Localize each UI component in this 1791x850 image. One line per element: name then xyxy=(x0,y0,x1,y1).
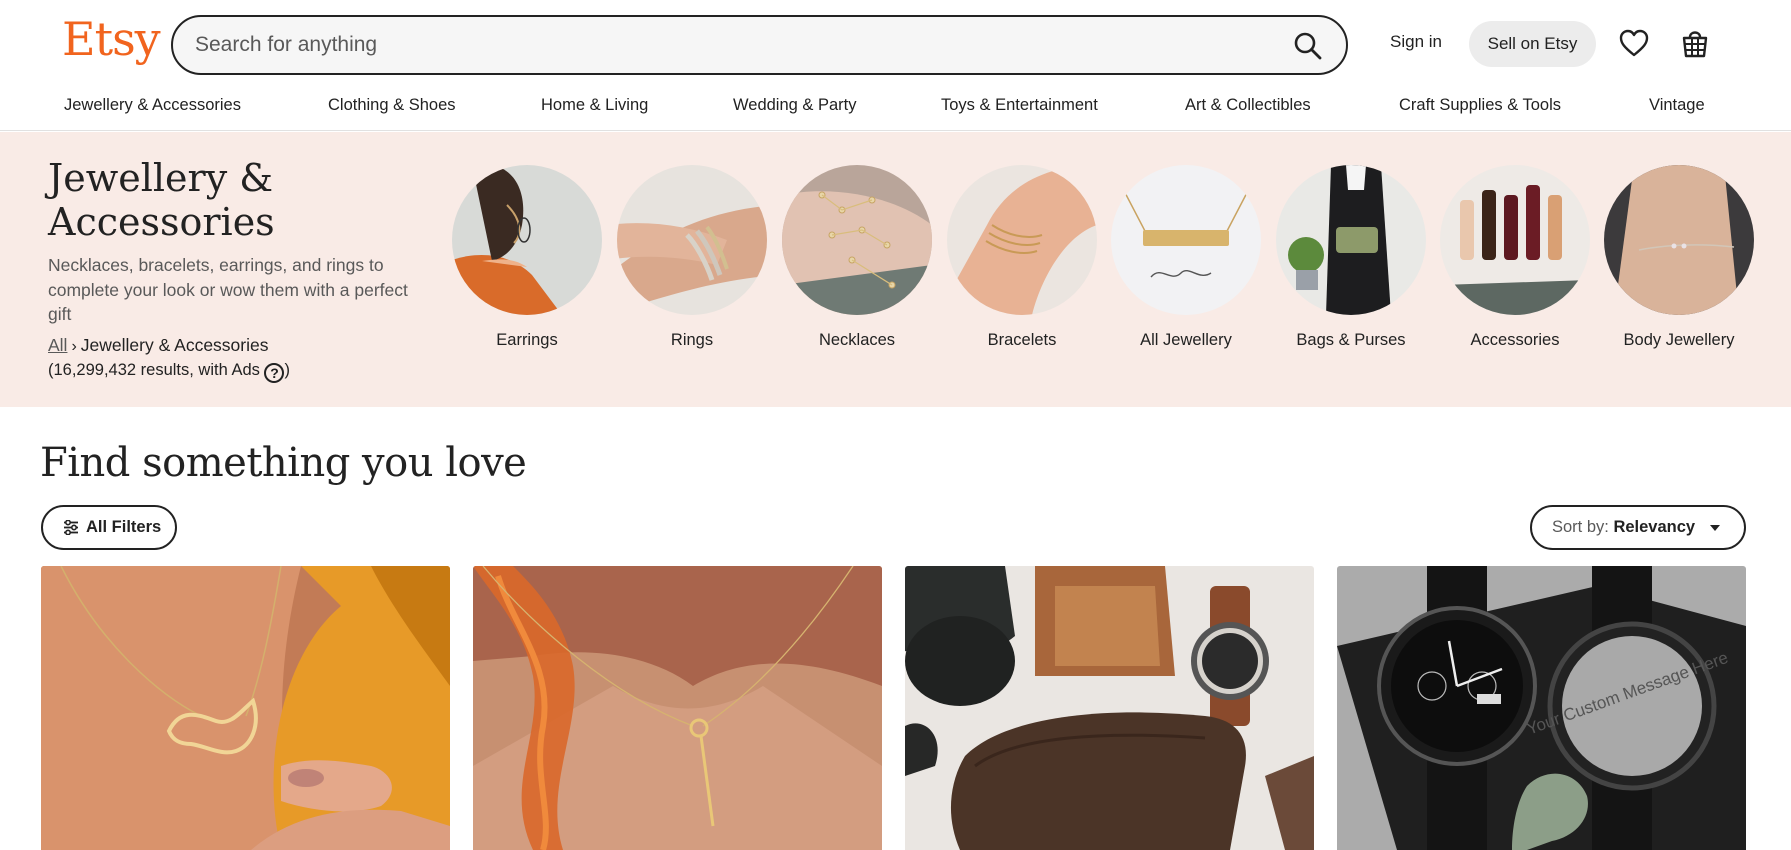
body-jewellery-image xyxy=(1604,165,1754,315)
shopping-bag-icon[interactable] xyxy=(1680,27,1710,59)
bracelets-image xyxy=(947,165,1097,315)
etsy-logo[interactable]: Etsy xyxy=(62,12,161,66)
all-filters-button[interactable]: All Filters xyxy=(41,505,177,550)
results-count-text: (16,299,432 results, with Ads xyxy=(48,361,260,379)
category-nav: Jewellery & Accessories Clothing & Shoes… xyxy=(0,88,1791,131)
all-jewellery-image xyxy=(1111,165,1261,315)
category-label: Necklaces xyxy=(818,331,896,349)
category-label: Earrings xyxy=(496,331,558,349)
nav-home-living[interactable]: Home & Living xyxy=(541,96,648,115)
category-label: Bracelets xyxy=(987,331,1057,349)
question-mark-icon[interactable]: ? xyxy=(264,363,285,383)
category-description: Necklaces, bracelets, earrings, and ring… xyxy=(48,255,408,324)
listing-image: Your Custom Message Here xyxy=(1337,566,1746,850)
category-label: Bags & Purses xyxy=(1296,331,1406,349)
breadcrumb-all-link[interactable]: All xyxy=(48,335,67,355)
nav-art-collectibles[interactable]: Art & Collectibles xyxy=(1185,96,1311,115)
category-earrings[interactable]: Earrings xyxy=(452,165,602,350)
caret-down-icon xyxy=(1710,525,1720,531)
accessories-image xyxy=(1440,165,1590,315)
sell-on-etsy-button[interactable]: Sell on Etsy xyxy=(1469,21,1596,67)
nav-wedding-party[interactable]: Wedding & Party xyxy=(733,96,857,115)
nav-toys-entertainment[interactable]: Toys & Entertainment xyxy=(941,96,1098,115)
category-rings[interactable]: Rings xyxy=(617,165,767,350)
page-title: Jewellery & Accessories xyxy=(48,156,275,244)
search-icon[interactable] xyxy=(1292,30,1324,62)
listing-card-engraved-watch[interactable]: Your Custom Message Here xyxy=(1337,566,1746,850)
results-count: (16,299,432 results, with Ads ?) xyxy=(48,361,290,383)
category-accessories[interactable]: Accessories xyxy=(1440,165,1590,350)
nav-clothing-shoes[interactable]: Clothing & Shoes xyxy=(328,96,456,115)
category-label: Body Jewellery xyxy=(1623,331,1735,349)
all-filters-label: All Filters xyxy=(86,518,162,536)
category-all-jewellery[interactable]: All Jewellery xyxy=(1111,165,1261,350)
listing-image xyxy=(473,566,882,850)
section-title: Find something you love xyxy=(40,440,527,486)
listing-card-name-necklace[interactable] xyxy=(41,566,450,850)
category-label: Accessories xyxy=(1470,331,1560,349)
filter-sliders-icon xyxy=(64,520,78,535)
nav-craft-supplies-tools[interactable]: Craft Supplies & Tools xyxy=(1399,96,1561,115)
chevron-right-icon: › xyxy=(71,338,77,355)
breadcrumb-current: Jewellery & Accessories xyxy=(80,335,269,355)
category-bags-purses[interactable]: Bags & Purses xyxy=(1276,165,1426,350)
earrings-image xyxy=(452,165,602,315)
listing-card-flower-necklace[interactable] xyxy=(473,566,882,850)
sort-label: Sort by: xyxy=(1552,518,1609,536)
bags-purses-image xyxy=(1276,165,1426,315)
category-body-jewellery[interactable]: Body Jewellery xyxy=(1604,165,1754,350)
category-label: Rings xyxy=(670,331,714,349)
category-label: All Jewellery xyxy=(1140,331,1232,349)
category-necklaces[interactable]: Necklaces xyxy=(782,165,932,350)
rings-image xyxy=(617,165,767,315)
heart-icon[interactable] xyxy=(1618,28,1650,58)
sort-value: Relevancy xyxy=(1613,518,1696,536)
sort-dropdown[interactable]: Sort by: Relevancy xyxy=(1530,505,1746,550)
listing-image xyxy=(41,566,450,850)
listing-card-leather-wallet[interactable] xyxy=(905,566,1314,850)
header: Etsy Sign in Sell on Etsy xyxy=(0,0,1791,88)
nav-jewellery-accessories[interactable]: Jewellery & Accessories xyxy=(64,96,241,115)
listing-image xyxy=(905,566,1314,850)
nav-vintage[interactable]: Vintage xyxy=(1649,96,1705,115)
breadcrumb: All › Jewellery & Accessories xyxy=(48,335,269,356)
category-bracelets[interactable]: Bracelets xyxy=(947,165,1097,350)
sign-in-link[interactable]: Sign in xyxy=(1382,26,1450,62)
necklaces-image xyxy=(782,165,932,315)
search-input[interactable] xyxy=(195,30,1245,60)
search-bar[interactable] xyxy=(171,15,1348,75)
results-count-close: ) xyxy=(284,361,290,379)
